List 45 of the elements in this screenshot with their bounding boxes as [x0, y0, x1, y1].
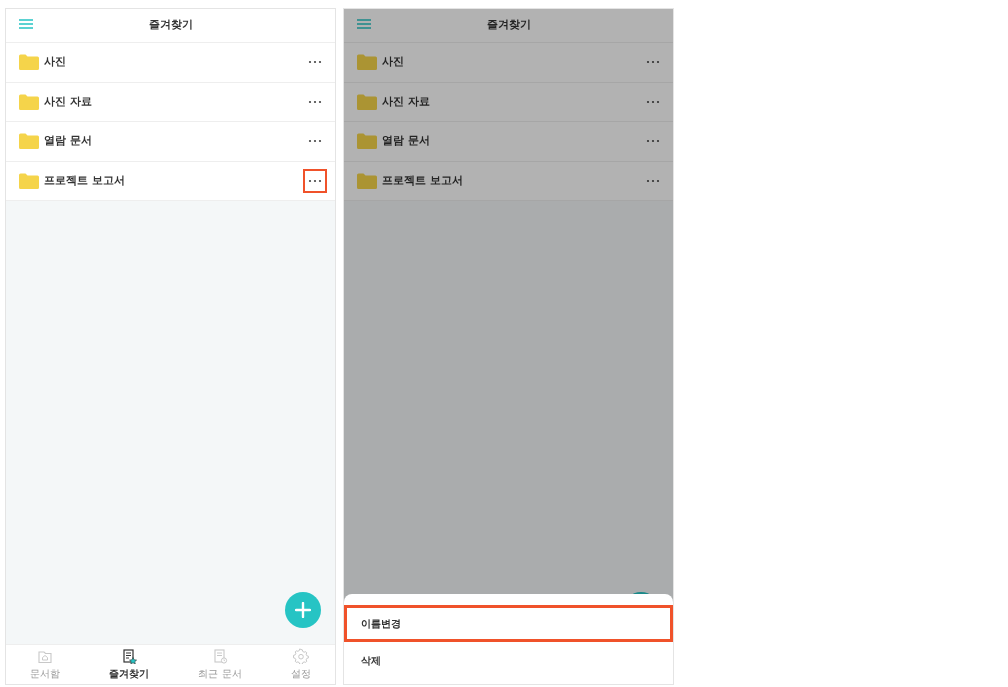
more-icon	[308, 99, 322, 104]
document-clock-icon	[211, 648, 228, 664]
folder-name: 프로젝트 보고서	[44, 172, 125, 188]
more-icon	[308, 178, 322, 183]
more-icon	[308, 60, 322, 65]
folder-row[interactable]: 열람 문서	[6, 122, 335, 162]
folder-row[interactable]: 프로젝트 보고서	[344, 161, 673, 201]
plus-icon	[295, 602, 311, 618]
folder-name: 사진 자료	[382, 93, 430, 109]
folder-icon	[357, 133, 377, 150]
folder-name: 사진	[44, 54, 66, 70]
folder-icon	[19, 133, 39, 150]
folder-name: 열람 문서	[382, 133, 430, 149]
folder-icon	[19, 54, 39, 71]
folder-icon	[357, 172, 377, 189]
folder-icon	[19, 172, 39, 189]
folder-row[interactable]: 사진 자료	[6, 82, 335, 122]
more-icon	[646, 178, 660, 183]
more-icon	[646, 139, 660, 144]
folder-row[interactable]: 사진 자료	[344, 82, 673, 122]
folder-name: 프로젝트 보고서	[382, 172, 463, 188]
folder-name: 사진 자료	[44, 93, 92, 109]
add-button[interactable]	[285, 592, 321, 628]
more-icon	[308, 139, 322, 144]
screen-title: 즐겨찾기	[486, 17, 531, 34]
folder-icon	[357, 54, 377, 71]
folder-row[interactable]: 사진	[344, 43, 673, 83]
more-button[interactable]	[303, 168, 327, 193]
nav-tab[interactable]: 즐겨찾기	[109, 648, 150, 681]
folder-row[interactable]: 프로젝트 보고서	[6, 161, 335, 201]
menu-icon[interactable]	[19, 19, 33, 29]
document-star-icon	[121, 648, 138, 664]
more-icon	[646, 60, 660, 65]
more-icon	[646, 99, 660, 104]
folder-name: 열람 문서	[44, 133, 92, 149]
folder-icon	[37, 648, 54, 664]
folder-icon	[19, 93, 39, 110]
folder-row[interactable]: 열람 문서	[344, 122, 673, 162]
folder-name: 사진	[382, 54, 404, 70]
settings-icon	[292, 648, 309, 664]
screen-title: 즐겨찾기	[148, 17, 193, 34]
sheet-option[interactable]: 이름변경	[344, 605, 673, 642]
folder-icon	[357, 93, 377, 110]
folder-row[interactable]: 사진	[6, 43, 335, 83]
menu-icon[interactable]	[357, 19, 371, 29]
